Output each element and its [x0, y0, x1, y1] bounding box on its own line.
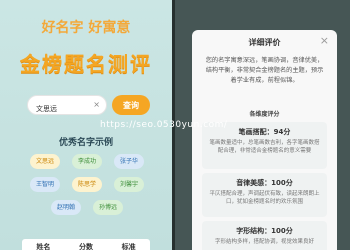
clear-icon[interactable]: ×: [93, 100, 100, 110]
dimension-scores-title: 各维度评分: [249, 111, 280, 118]
example-name-chip[interactable]: 赵明翰: [51, 200, 81, 215]
results-table-header: 姓名 分数 标准: [22, 239, 150, 250]
example-name-chip[interactable]: 刘馨宇: [114, 177, 144, 192]
example-name-chip[interactable]: 王智明: [30, 177, 60, 192]
slogan: 好名字 好寓意: [41, 20, 131, 36]
watermark-url: https://seo.0530yun.com/: [100, 120, 228, 130]
example-name-chip[interactable]: 李成功: [72, 154, 102, 169]
example-name-chip[interactable]: 张子华: [114, 154, 144, 169]
evaluation-description: 您的名字寓意深远，笔画协调，音律优美，结构平衡，非常契合金榜题名的主题，预示着学…: [205, 57, 324, 84]
dialog-title: 详细评价: [248, 38, 281, 47]
name-search-box: ×: [27, 95, 107, 118]
detail-dialog: 详细评价 × 您的名字寓意深远，笔画协调，音律优美，结构平衡，非常契合金榜题名的…: [192, 30, 337, 250]
column-header: 分数: [78, 243, 93, 250]
score-card-heading: 音律美感：100分: [236, 179, 293, 187]
score-card: 字形结构：100分 字形结构多样，搭配协调，视觉效果良好: [202, 221, 327, 250]
column-header: 标准: [121, 243, 136, 250]
example-name-chip[interactable]: 孙博远: [93, 200, 123, 215]
score-card-body: 字形结构多样，搭配协调，视觉效果良好: [214, 239, 314, 245]
examples-title: 优秀名字示例: [58, 138, 113, 148]
score-card-body: 平仄搭配合理，声调起伏有致，读起来朗朗上口，犹如金榜题名时的欢乐氛围: [209, 191, 320, 205]
example-name-chip[interactable]: 陈思学: [72, 177, 102, 192]
score-card: 音律美感：100分 平仄搭配合理，声调起伏有致，读起来朗朗上口，犹如金榜题名时的…: [202, 173, 327, 217]
query-button[interactable]: 查询: [112, 95, 150, 115]
column-header: 姓名: [36, 243, 51, 250]
page-title: 金榜题名测评: [20, 52, 152, 76]
name-input[interactable]: [28, 100, 90, 118]
score-card-heading: 字形结构：100分: [236, 227, 293, 235]
score-card-body: 笔画数量适中，总笔画数吉利，各字笔画数搭配合理，非常适合金榜题名的意义需要: [209, 140, 320, 154]
example-name-chip[interactable]: 文思远: [30, 154, 60, 169]
close-icon[interactable]: ×: [320, 34, 329, 47]
